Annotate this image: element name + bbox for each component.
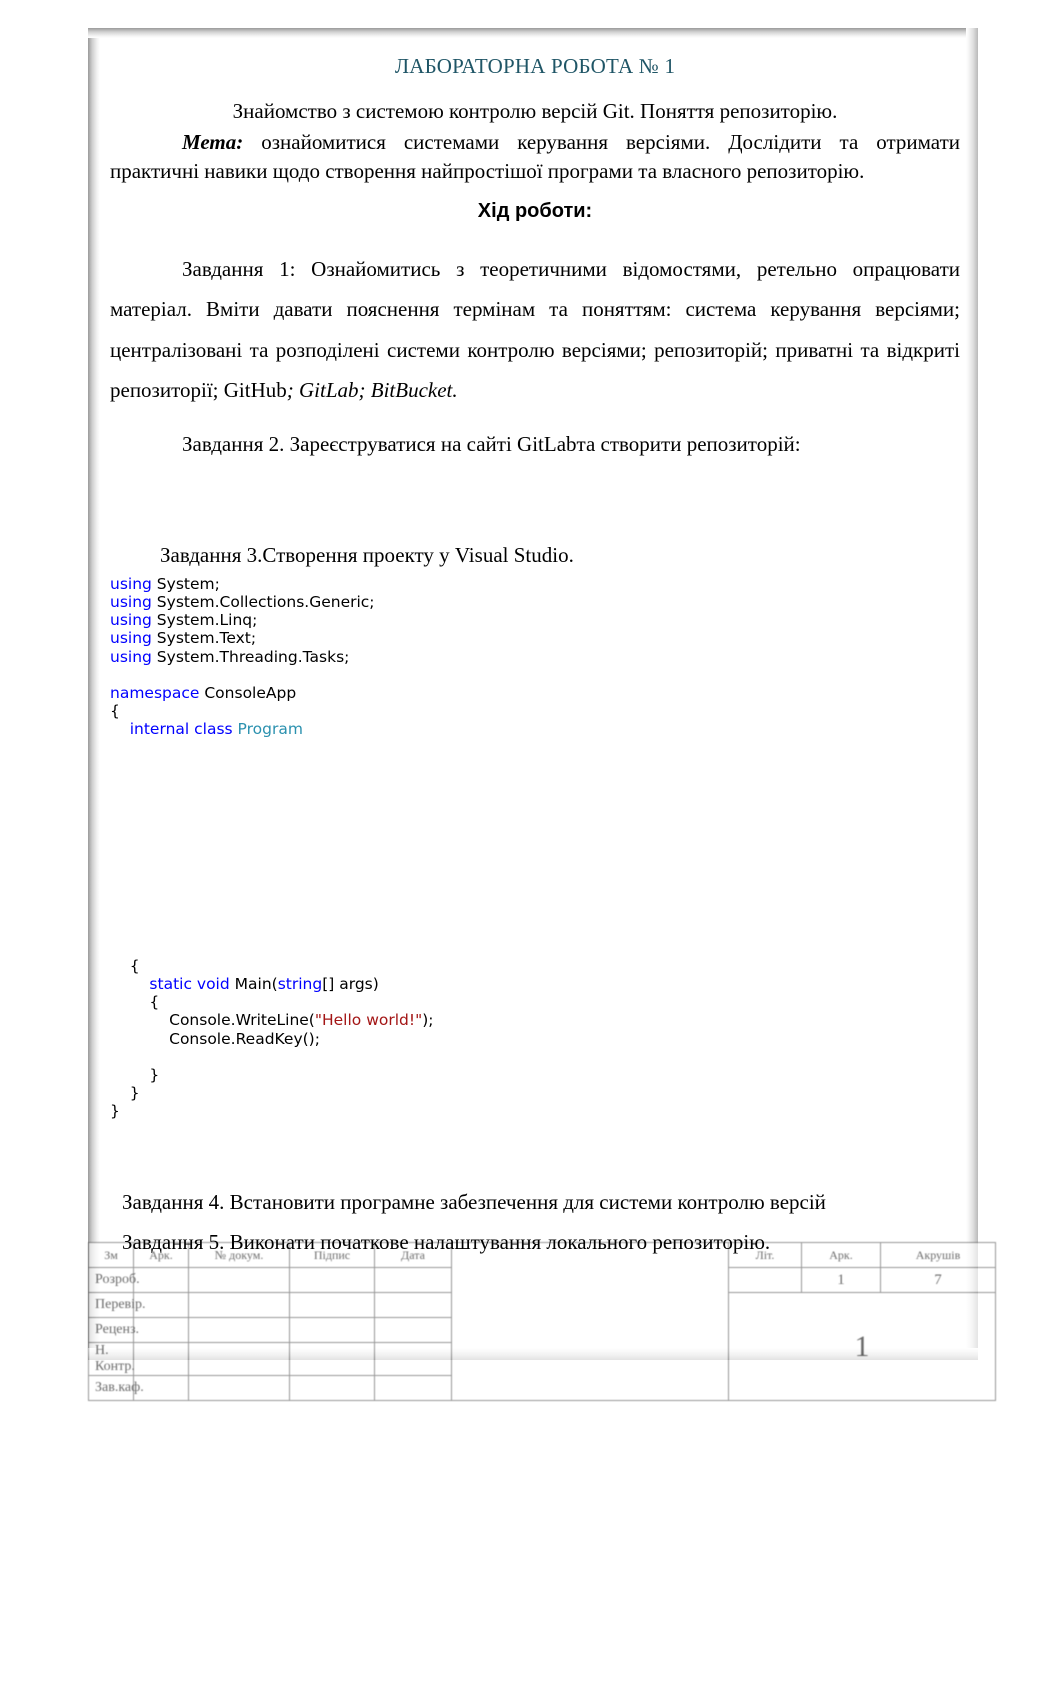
- stamp-cell-blank: [133, 1342, 189, 1376]
- task-3: Завдання 3.Створення проекту у Visual St…: [160, 542, 574, 567]
- stamp-cell-blank: [374, 1267, 452, 1293]
- code-line: }: [110, 1102, 120, 1121]
- code-line: }: [110, 1084, 140, 1103]
- document-page: ЛАБОРАТОРНА РОБОТА № 1 Знайомство з сист…: [0, 0, 1062, 1686]
- code-line: {: [110, 956, 140, 975]
- stamp-title-area: [451, 1242, 729, 1401]
- stamp-cell-blank: [188, 1342, 290, 1376]
- code-line: }: [110, 1066, 160, 1085]
- code-line: Console.ReadKey();: [110, 1029, 320, 1048]
- stamp-role-perevir: Перевір.: [88, 1292, 146, 1318]
- code-block: using System; using System.Collections.Ge…: [110, 575, 960, 1121]
- stamp-cell-blank: [133, 1317, 189, 1343]
- page-edge-right: [966, 28, 978, 1360]
- stamp-cell-blank: [374, 1317, 452, 1343]
- stamp-role-zavkaf: Зав.каф.: [88, 1375, 144, 1401]
- bottom-overlapping-text: Завдання 4. Встановити програмне забезпе…: [110, 1182, 960, 1263]
- stamp-cell-blank: [188, 1317, 290, 1343]
- stamp-cell-blank: [289, 1342, 375, 1376]
- code-line: static void Main(string[] args): [149, 975, 379, 994]
- stamp-cell-blank: [289, 1317, 375, 1343]
- code-line: using System.Collections.Generic;: [110, 593, 375, 612]
- code-line: namespace ConsoleApp: [110, 684, 297, 703]
- stamp-cell-blank: [374, 1292, 452, 1318]
- page-edge-top: [88, 28, 978, 38]
- code-line: using System.Linq;: [110, 611, 258, 630]
- stamp-cell-blank: [188, 1292, 290, 1318]
- code-line: Console.WriteLine("Hello world!");: [110, 1011, 434, 1030]
- page-edge-left: [88, 28, 100, 1360]
- stamp-cell-blank: [188, 1375, 290, 1401]
- stamp-cell-blank: [374, 1342, 452, 1376]
- code-line: internal class Program: [129, 720, 303, 739]
- stamp-table: Зм Арк. № докум. Підпис Дата Літ. Арк. А…: [88, 1242, 996, 1401]
- section-heading: Хід роботи:: [477, 199, 593, 222]
- stamp-cell-blank: [374, 1375, 452, 1401]
- stamp-cell-blank: [289, 1267, 375, 1293]
- code-line: using System.Threading.Tasks;: [110, 647, 350, 666]
- stamp-cell-blank: [289, 1375, 375, 1401]
- task-1: Завдання 1: Ознайомитись з теоретичними …: [110, 249, 960, 410]
- stamp-ark-value: 1: [801, 1267, 881, 1293]
- task-1-text: Завдання 1: Ознайомитись з теоретичними …: [110, 256, 960, 402]
- stamp-arkushiv-value: 7: [880, 1267, 996, 1293]
- code-line: using System;: [110, 574, 220, 593]
- stamp-role-nkontr: Н. Контр.: [88, 1342, 135, 1376]
- stamp-role-rozrob: Розроб.: [88, 1267, 140, 1293]
- purpose-paragraph: Мета: ознайомитися системами керування в…: [110, 128, 960, 186]
- stamp-cell-blank: [133, 1267, 189, 1293]
- stamp-lit-value: [728, 1267, 802, 1293]
- page-title: ЛАБОРАТОРНА РОБОТА № 1: [394, 54, 676, 78]
- task-2: Завдання 2. Зареєструватися на сайті Git…: [182, 432, 801, 457]
- stamp-page-number: 1: [728, 1292, 996, 1401]
- purpose-label: Мета:: [182, 130, 244, 154]
- code-line: using System.Text;: [110, 629, 257, 648]
- stamp-cell-blank: [289, 1292, 375, 1318]
- stamp-role-recenz: Реценз.: [88, 1317, 139, 1343]
- code-line: {: [110, 702, 120, 721]
- document-subtitle: Знайомство з системою контролю версій Gi…: [232, 99, 838, 123]
- task-5: Завдання 5. Виконати початкове налаштува…: [122, 1230, 771, 1255]
- task-1-italic-tail: ; GitLab; BitBucket.: [286, 377, 458, 402]
- task-4: Завдання 4. Встановити програмне забезпе…: [122, 1190, 826, 1214]
- code-line: {: [110, 993, 160, 1012]
- document-content: ЛАБОРАТОРНА РОБОТА № 1 Знайомство з сист…: [110, 54, 960, 1121]
- stamp-cell-blank: [188, 1267, 290, 1293]
